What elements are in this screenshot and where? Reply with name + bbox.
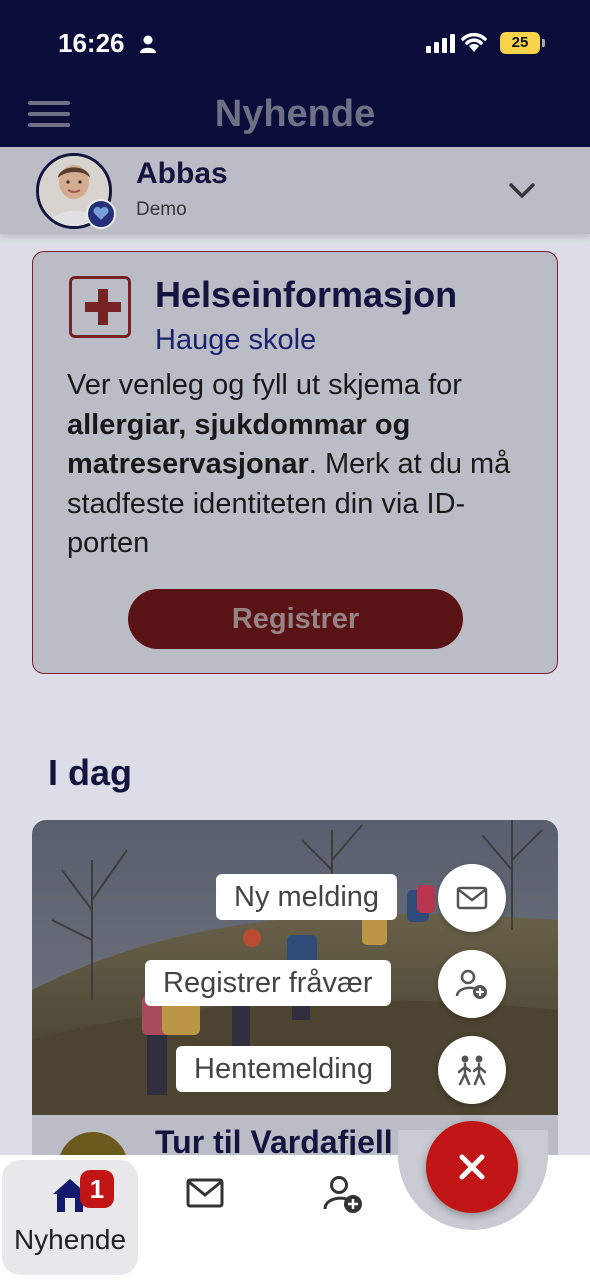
nav-home[interactable]: 1 Nyhende	[2, 1160, 138, 1275]
fab-label-pickup-message[interactable]: Hentemelding	[176, 1046, 391, 1092]
signal-icon	[426, 33, 455, 53]
notification-badge: 1	[80, 1170, 114, 1208]
pickup-message-button[interactable]	[438, 1036, 506, 1104]
person-add-icon	[455, 969, 487, 999]
mail-icon	[456, 886, 488, 910]
mail-icon[interactable]	[186, 1178, 224, 1208]
fab-label-new-message[interactable]: Ny melding	[216, 874, 398, 920]
page-title: Nyhende	[214, 93, 376, 135]
wifi-icon	[461, 32, 487, 52]
nav-home-label: Nyhende	[13, 1224, 127, 1255]
register-absence-button[interactable]	[438, 950, 506, 1018]
walking-kids-icon	[457, 1055, 487, 1086]
new-message-button[interactable]	[438, 864, 506, 932]
fab-label-register-absence[interactable]: Registrer fråvær	[145, 960, 391, 1006]
status-time: 16:26	[58, 28, 125, 58]
app-bar: Nyhende	[0, 85, 590, 147]
status-bar: 16:26 25	[0, 0, 590, 85]
fab-close-button[interactable]	[426, 1121, 518, 1213]
battery-icon: 25	[500, 32, 545, 54]
close-icon	[459, 1154, 485, 1180]
person-add-icon[interactable]	[322, 1175, 364, 1215]
person-status-icon	[140, 35, 156, 53]
